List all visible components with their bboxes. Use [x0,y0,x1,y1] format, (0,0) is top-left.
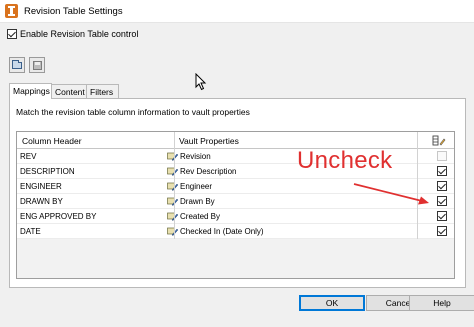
row-include-checkbox[interactable] [437,226,447,236]
folder-open-icon [12,60,22,69]
column-header-cell: ENG APPROVED BY [20,212,97,221]
vault-property-cell[interactable]: Created By [180,212,220,221]
save-button[interactable] [29,57,45,73]
mouse-cursor-icon [195,73,207,91]
save-icon [33,61,42,70]
table-row[interactable]: ENG APPROVED BY Created By [17,209,454,224]
vault-property-icon [167,212,178,221]
column-header-cell: REV [20,152,37,161]
row-include-checkbox[interactable] [437,166,447,176]
tab-filters[interactable]: Filters [86,84,119,98]
vault-properties-heading[interactable]: Vault Properties [179,136,239,146]
tab-mappings[interactable]: Mappings [9,83,52,99]
vault-property-icon [167,197,178,206]
app-icon [5,4,18,18]
column-header-cell: ENGINEER [20,182,62,191]
vault-property-icon [167,182,178,191]
title-bar: Revision Table Settings [0,0,474,23]
edit-column-icon[interactable] [432,135,446,146]
annotation-arrow-icon [353,183,429,205]
row-include-checkbox[interactable] [437,211,447,221]
column-header-heading[interactable]: Column Header [22,136,82,146]
vault-property-icon [167,152,178,161]
vault-property-cell[interactable]: Checked In (Date Only) [180,227,264,236]
vault-property-cell[interactable]: Revision [180,152,211,161]
column-header-cell: DRAWN BY [20,197,63,206]
vault-property-cell[interactable]: Engineer [180,182,212,191]
tab-content[interactable]: Content [51,84,87,98]
open-button[interactable] [9,57,25,73]
vault-property-icon [167,167,178,176]
table-row[interactable]: DATE Checked In (Date Only) [17,224,454,239]
column-header-cell: DATE [20,227,41,236]
enable-revision-table-label: Enable Revision Table control [20,29,139,39]
vault-property-cell[interactable]: Drawn By [180,197,215,206]
row-include-checkbox[interactable] [437,196,447,206]
enable-revision-table-checkbox[interactable] [7,29,17,39]
ok-button[interactable]: OK [299,295,365,311]
vault-property-icon [167,227,178,236]
vault-property-cell[interactable]: Rev Description [180,167,236,176]
row-include-checkbox[interactable] [437,181,447,191]
window-title: Revision Table Settings [24,6,123,17]
mappings-description: Match the revision table column informat… [16,107,250,117]
row-include-checkbox[interactable] [437,151,447,161]
column-header-cell: DESCRIPTION [20,167,75,176]
uncheck-annotation: Uncheck [297,147,393,174]
help-button[interactable]: Help [409,295,474,311]
